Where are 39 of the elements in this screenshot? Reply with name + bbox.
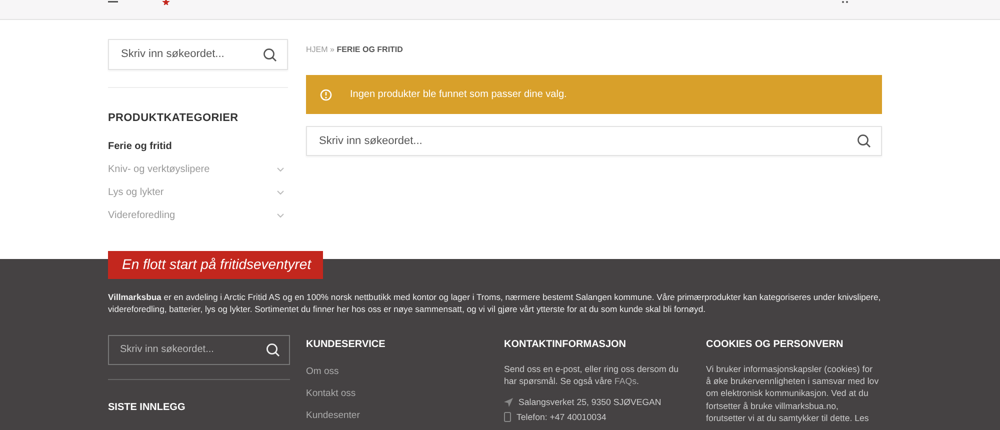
faq-link[interactable]: FAQs [614,376,636,386]
breadcrumb-current: FERIE OG FRITID [336,45,403,54]
footer-heading: COOKIES OG PERSONVERN [706,338,844,350]
notice-text: Ingen produkter ble funnet som passer dine valg. [350,88,567,102]
star-icon [162,0,170,5]
search-field[interactable]: Skriv inn søkeordet... [108,334,290,364]
category-link[interactable]: Lys og lykter [108,180,288,204]
cookie-text-line: å øke brukervennligheten i samsvar med lov [706,374,880,388]
cookie-text-line: om elektronisk kommunikasjon. Ved at du [706,387,870,400]
sidebar-heading: PRODUKTKATEGORIER [108,111,240,126]
footer-heading: SISTE INNLEGG [108,402,186,414]
phone-icon [504,412,511,422]
footer-heading: KUNDESERVICE [306,338,386,350]
breadcrumb-separator: » [330,45,334,54]
search-icon[interactable] [266,342,280,356]
search-icon[interactable] [263,48,277,62]
breadcrumb-link[interactable]: HJEM [306,45,328,54]
search-icon[interactable] [857,134,871,148]
footer-link[interactable]: Kundesenter [306,410,360,422]
footer-banner: En flott start på fritidseventyret [108,250,324,278]
footer-link[interactable]: Om oss [306,366,339,378]
search-input[interactable]: Skriv inn søkeordet... [317,132,857,150]
cookie-text-line: forutsetter vi at du samtykker til dette. Les [706,412,870,425]
search-input[interactable]: Skriv inn søkeordet... [118,341,266,358]
intro-paragraph: Villmarksbua er en avdeling i Arctic Fritid AS og en 100% norsk nettbutikk med kontor og lager i Troms, nærmere bestemt Salangen kommune. Våre primærprodukter kan kategoriseres under knivslipere, videreforedling, batterier, lys og lykter. Sortimentet du finner her hos oss er nøye sammensatt, og vi vil gjøre vårt ytterste for at du som kunde skal bli fornøyd. [108,290,882,314]
category-link[interactable]: Kniv- og verktøyslipere [108,158,288,180]
contact-paragraph: Send oss en e-post, eller ring oss dersom du har spørsmål. Se også våre FAQs. [504,362,680,388]
location-arrow-icon [504,398,513,408]
footer-link[interactable]: Kontakt oss [306,388,356,400]
category-link[interactable]: Ferie og fritid [108,134,288,158]
category-link[interactable]: Videreforedling [108,204,288,226]
cookie-text-line: fortsetter å bruke villmarksbua.no, [706,400,840,412]
address-text: Salangsverket 25, 9350 SJØVEGAN [518,396,662,409]
cookie-text-line: Vi bruker informasjonskapsler (cookies) for [706,362,874,375]
menu-icon[interactable] [108,0,118,4]
footer-heading: KONTAKTINFORMASJON [504,338,628,350]
search-input[interactable]: Skriv inn søkeordet... [119,45,263,64]
alert-icon [320,88,332,100]
phone-text: Telefon: +47 40010034 [516,410,606,424]
